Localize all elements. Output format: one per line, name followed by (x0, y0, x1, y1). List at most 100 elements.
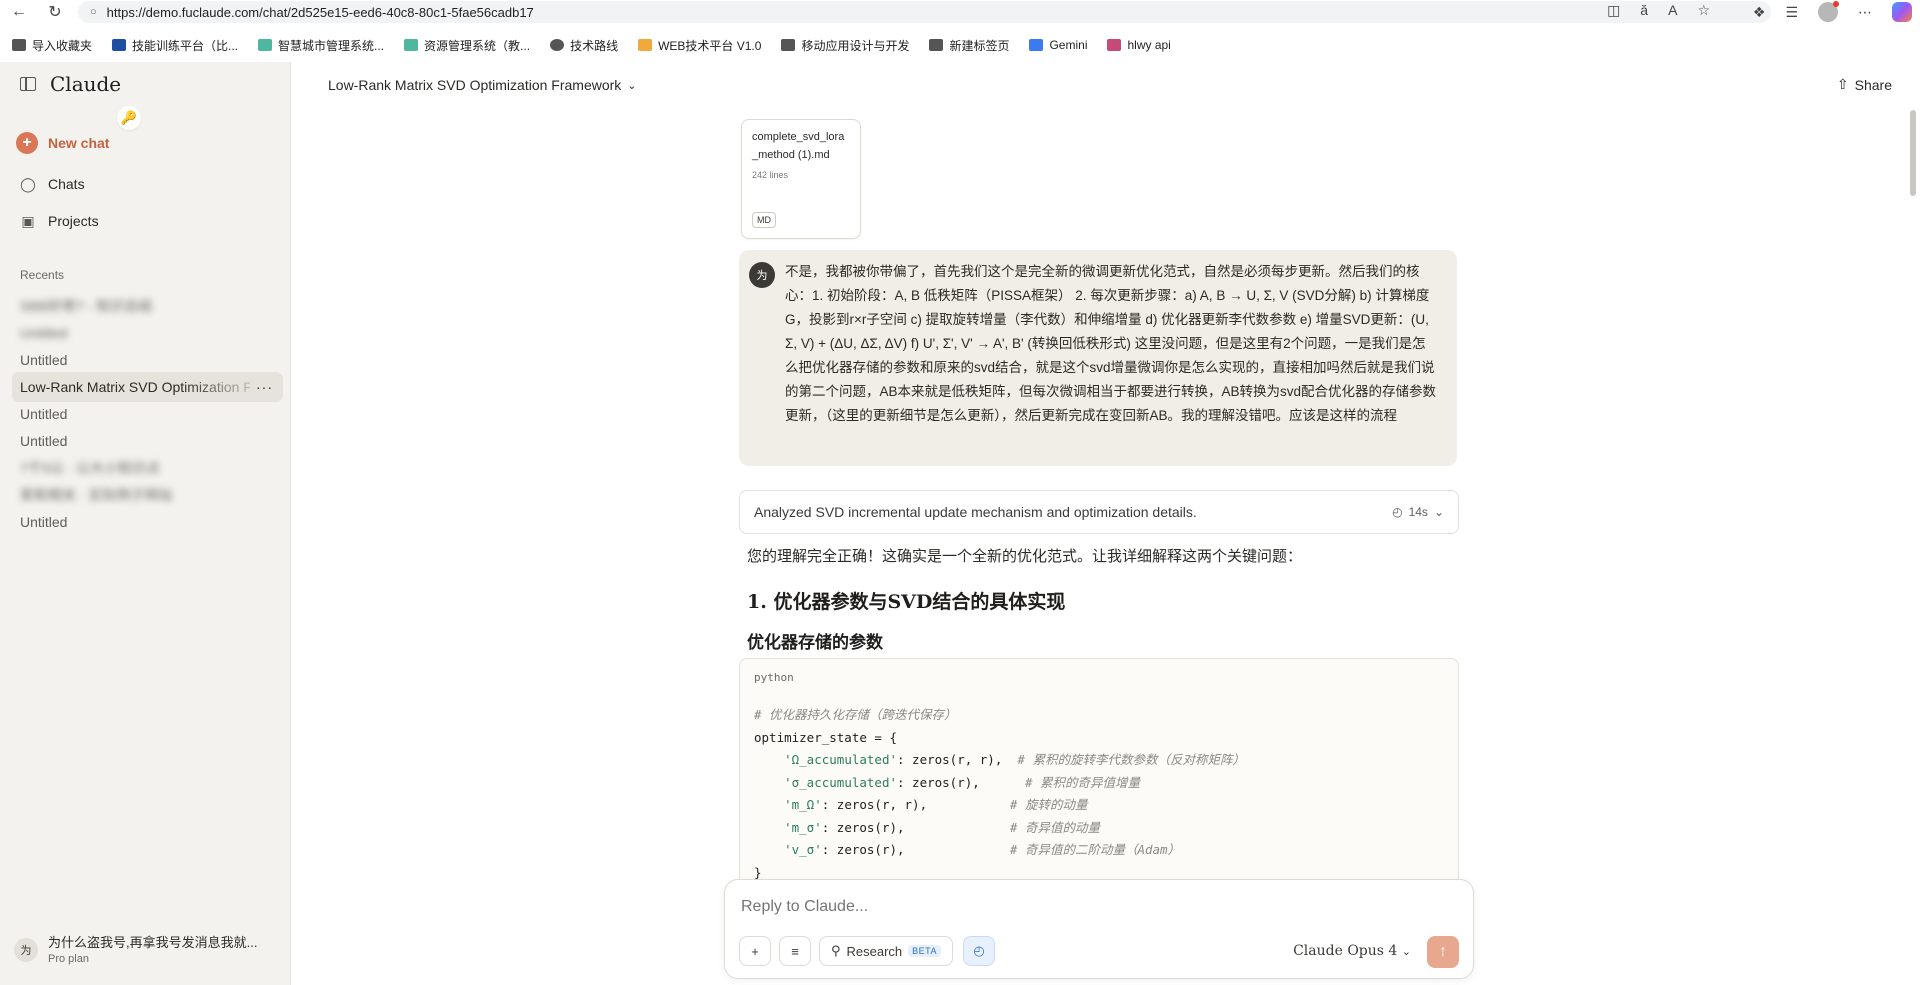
share-button[interactable]: ⇧ Share (1837, 76, 1892, 93)
read-aloud-icon[interactable]: A (1668, 2, 1677, 19)
chevron-down-icon: ⌄ (1401, 945, 1411, 958)
recent-chat-item[interactable]: Untitled (12, 318, 283, 348)
bookmark-label: WEB技术平台 V1.0 (658, 38, 762, 53)
address-bar-actions: ◫ ă A ☆ (1607, 2, 1710, 19)
new-chat-button[interactable]: + New chat (16, 132, 109, 154)
recent-chat-label: Low-Rank Matrix SVD Optimization Framewo… (20, 379, 250, 395)
bookmark-item[interactable]: 资源管理系统（教... (404, 37, 530, 54)
attachment-lines: 242 lines (752, 170, 789, 180)
assistant-intro: 您的理解完全正确！这确实是一个全新的优化范式。让我详细解释这两个关键问题： (747, 547, 1303, 565)
clock-icon: ◴ (1392, 505, 1403, 519)
sidebar-item-projects[interactable]: ▣ Projects (20, 212, 98, 230)
code-key: 'm_σ' (784, 819, 822, 835)
sidebar-item-chats[interactable]: ◯ Chats (20, 176, 85, 193)
site-info-icon[interactable]: ○ (90, 6, 97, 18)
bookmark-label: 智慧城市管理系统... (278, 38, 385, 53)
bookmark-item[interactable]: 移动应用设计与开发 (781, 37, 909, 54)
bookmark-item[interactable]: 技术路线 (550, 37, 618, 54)
reload-icon[interactable]: ↻ (44, 1, 66, 23)
recent-chat-item[interactable]: Untitled (12, 426, 283, 456)
code-comment: # 累积的奇异值增量 (1024, 774, 1140, 790)
bookmark-label: Gemini (1049, 38, 1088, 52)
code-value: : zeros(r, r), (821, 797, 1010, 812)
code-line: optimizer_state = { (754, 727, 1444, 750)
code-text: } (754, 864, 762, 880)
more-menu-icon[interactable]: ⋯ (1858, 4, 1872, 21)
bookmark-item[interactable]: hlwy api (1107, 38, 1171, 52)
send-button[interactable]: ↑ (1427, 936, 1459, 968)
bookmark-label: 技术路线 (570, 38, 619, 53)
extensions-icon[interactable]: ❖ (1753, 4, 1766, 21)
search-icon: ⚲ (830, 943, 841, 958)
bookmark-item[interactable]: 新建标签页 (929, 37, 1009, 54)
recent-chat-item[interactable]: 家和相关 · 实际例子网站 (12, 480, 283, 510)
user-plan: Pro plan (48, 953, 89, 965)
chevron-down-icon: ⌄ (1433, 505, 1444, 519)
sidebar: Claude 🔑 + New chat ◯ Chats ▣ Projects R… (0, 62, 291, 985)
model-selector[interactable]: Claude Opus 4 ⌄ (1293, 943, 1411, 959)
code-value: : zeros(r), (821, 842, 1010, 857)
key-icon[interactable]: 🔑 (117, 106, 141, 130)
code-key: 'm_Ω' (784, 797, 822, 812)
extended-thinking-button[interactable]: ◴ (963, 936, 995, 966)
bookmark-label: 资源管理系统（教... (424, 38, 531, 53)
recent-chat-item[interactable]: 7千5以 · 以大小知识点 (12, 453, 283, 483)
site-icon (258, 39, 273, 51)
claude-app: Claude 🔑 + New chat ◯ Chats ▣ Projects R… (0, 62, 1920, 985)
translate-icon[interactable]: ă (1640, 2, 1648, 19)
code-key: 'v_σ' (784, 842, 822, 857)
recent-chat-item[interactable]: SBB好奇? - 知识总结 (12, 291, 283, 321)
code-line: 'v_σ': zeros(r), # 奇异值的二阶动量（Adam） (754, 839, 1444, 862)
code-value: : zeros(r), (897, 774, 1025, 790)
back-icon[interactable]: ← (8, 1, 30, 23)
code-value: : zeros(r, r), (897, 752, 1018, 767)
recent-chat-label: Untitled (20, 433, 68, 449)
code-line: 'Ω_accumulated': zeros(r, r), # 累积的旋转李代数… (754, 749, 1444, 772)
recent-chat-item[interactable]: Untitled (12, 507, 283, 537)
research-label: Research (846, 943, 903, 959)
profile-avatar[interactable] (1818, 1, 1839, 22)
arrow-up-icon: ↑ (1439, 943, 1447, 960)
assistant-heading-2: 优化器存储的参数 (747, 633, 883, 653)
recent-chat-item[interactable]: Untitled (12, 345, 283, 375)
model-name: Claude Opus 4 (1293, 943, 1398, 959)
user-message-text: 不是，我都被你带偏了，首先我们这个是完全新的微调更新优化范式，自然是必须每步更新… (785, 264, 1437, 423)
page-title: Low-Rank Matrix SVD Optimization Framewo… (328, 77, 622, 93)
favorite-star-icon[interactable]: ☆ (1697, 2, 1710, 19)
split-screen-icon[interactable]: ◫ (1607, 2, 1620, 19)
user-menu[interactable]: 为 为什么盗我号,再拿我号发消息我就... Pro plan (14, 932, 273, 965)
tools-button[interactable]: ≡ (779, 936, 811, 966)
sidebar-item-label: Chats (48, 176, 85, 192)
more-options-icon[interactable]: ··· (256, 379, 273, 395)
thinking-summary[interactable]: Analyzed SVD incremental update mechanis… (739, 490, 1459, 534)
chat-title-button[interactable]: Low-Rank Matrix SVD Optimization Framewo… (328, 77, 637, 93)
new-chat-label: New chat (48, 135, 110, 151)
bookmark-item[interactable]: WEB技术平台 V1.0 (638, 37, 761, 54)
bookmarks-bar: 导入收藏夹 技能训练平台（比... 智慧城市管理系统... 资源管理系统（教... 技术… (0, 34, 1920, 56)
user-message: 为 不是，我都被你带偏了，首先我们这个是完全新的微调更新优化范式，自然是必须每步… (739, 250, 1457, 466)
bookmark-item[interactable]: 智慧城市管理系统... (258, 37, 384, 54)
address-bar[interactable]: ○ https://demo.fuclaude.com/chat/2d525e1… (78, 1, 1771, 23)
add-attachment-button[interactable]: + (739, 936, 771, 966)
attachment-card[interactable]: complete_svd_lora_method (1).md 242 line… (741, 119, 861, 239)
browser-toolbar: ← ↻ ○ https://demo.fuclaude.com/chat/2d5… (0, 0, 1920, 24)
recent-chat-label: Untitled (20, 325, 68, 341)
bookmark-item[interactable]: 技能训练平台（比... (112, 37, 238, 54)
folder-icon: ▣ (21, 212, 35, 229)
recent-chat-item[interactable]: Untitled (12, 399, 283, 429)
bookmark-item[interactable]: 导入收藏夹 (12, 37, 92, 54)
research-button[interactable]: ⚲ Research BETA (819, 936, 953, 966)
bookmark-label: 移动应用设计与开发 (801, 38, 910, 53)
copilot-icon[interactable] (1892, 2, 1912, 22)
sidebar-toggle-icon[interactable] (20, 77, 36, 91)
scrollbar-thumb[interactable] (1910, 110, 1916, 196)
recent-chat-label: 家和相关 · 实际例子网站 (20, 487, 173, 503)
code-comment: # 奇异值的二阶动量（Adam） (1009, 842, 1181, 857)
reply-input[interactable] (741, 898, 1441, 916)
url-text: https://demo.fuclaude.com/chat/2d525e15-… (106, 4, 534, 20)
site-icon (638, 39, 653, 51)
recent-chat-item[interactable]: Low-Rank Matrix SVD Optimization Framewo… (12, 372, 283, 402)
favorites-icon[interactable]: ☰ (1785, 4, 1798, 21)
clock-icon: ◴ (973, 943, 985, 958)
bookmark-item[interactable]: Gemini (1029, 38, 1087, 52)
